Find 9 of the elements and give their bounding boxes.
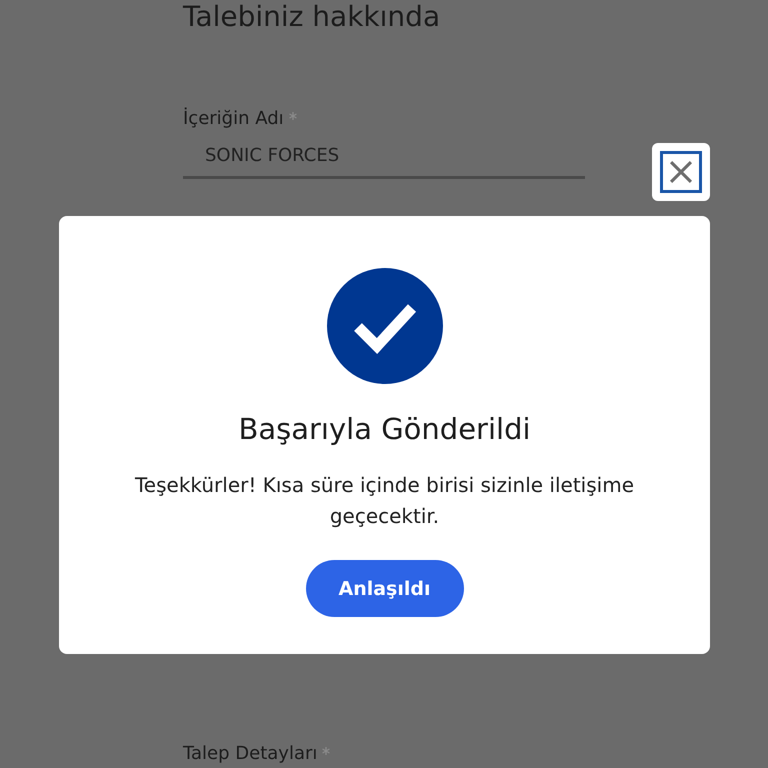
input-field[interactable]: SONIC FORCES bbox=[183, 145, 585, 179]
field-label: İçeriğin Adı bbox=[183, 108, 284, 129]
field-label: Talep Detayları bbox=[183, 743, 318, 764]
checkmark-icon bbox=[326, 268, 442, 384]
dialog-title: Başarıyla Gönderildi bbox=[238, 412, 531, 446]
form-heading: Talebiniz hakkında bbox=[183, 0, 442, 34]
close-button[interactable] bbox=[652, 143, 710, 201]
dialog-message: Teşekkürler! Kısa süre içinde birisi sizinle iletişime geçecektir. bbox=[134, 472, 635, 530]
confirm-button[interactable]: Anlaşıldı bbox=[306, 560, 464, 617]
